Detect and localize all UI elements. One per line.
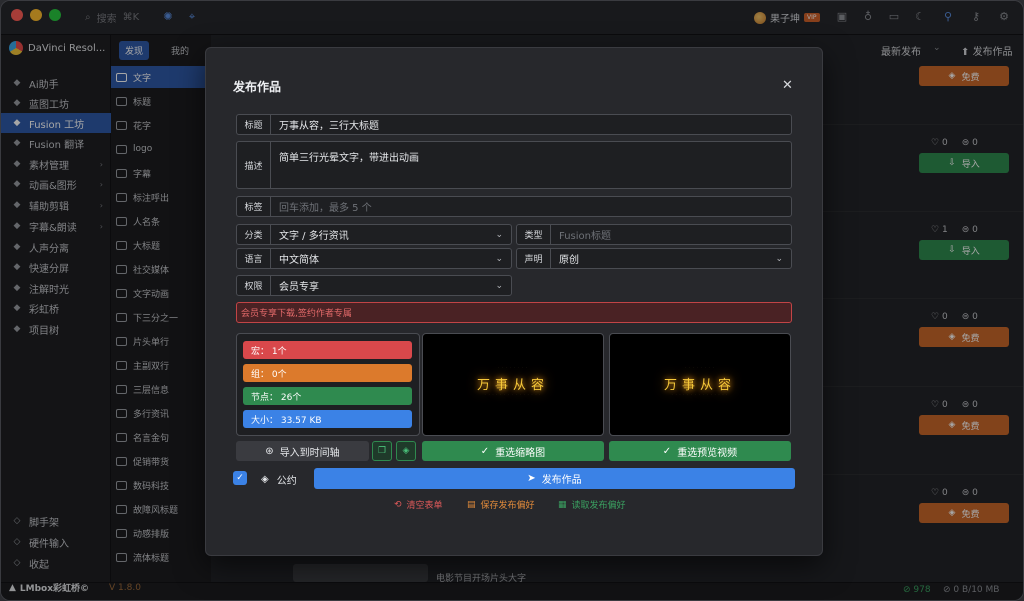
type-label: 类型	[517, 225, 551, 244]
title-value[interactable]: 万事从容，三行大标题	[271, 117, 791, 132]
video-preview-text: 万事从容	[663, 378, 736, 393]
tag-button[interactable]: ◈	[396, 441, 416, 461]
publish-dialog: 发布作品 ✕ 标题 万事从容，三行大标题 描述 简单三行光晕文字，带进出动画 标…	[205, 47, 823, 556]
chevron-down-icon: ⌄	[775, 253, 783, 264]
send-icon: ➤	[527, 473, 536, 484]
category-select[interactable]: 分类 文字 / 多行资讯 ⌄	[236, 224, 512, 245]
publish-button[interactable]: ➤ 发布作品	[314, 468, 795, 489]
chevron-down-icon: ⌄	[495, 280, 503, 291]
refresh-icon: ⟲	[394, 499, 402, 510]
tags-label: 标签	[237, 197, 271, 216]
permission-label: 权限	[237, 276, 271, 295]
type-field[interactable]: 类型 Fusion标题	[516, 224, 792, 245]
stat-nodes: 节点： 26个	[243, 387, 412, 405]
chevron-down-icon: ⌄	[495, 229, 503, 240]
clear-form-link[interactable]: ⟲ 清空表单	[394, 498, 443, 512]
thumbnail-preview-text: 万事从容	[476, 378, 549, 393]
permission-value: 会员专享	[279, 282, 319, 293]
grid-icon: ▦	[558, 499, 567, 510]
reselect-thumbnail-button[interactable]: ✓ 重选缩略图	[422, 441, 604, 461]
description-value[interactable]: 简单三行光晕文字，带进出动画	[271, 142, 791, 188]
check-circle-icon: ✓	[662, 445, 672, 457]
check-circle-icon: ✓	[480, 445, 490, 457]
permission-warning: 会员专享下载,签约作者专属	[236, 302, 792, 323]
thumbnail-preview[interactable]: · · · · · · · · 万事从容 · · · · · · · · · ·…	[422, 333, 604, 436]
close-icon[interactable]: ✕	[782, 78, 793, 93]
language-select[interactable]: 语言 中文简体 ⌄	[236, 248, 512, 269]
category-label: 分类	[237, 225, 271, 244]
stat-group: 组： 0个	[243, 364, 412, 382]
stats-box: 宏： 1个 组： 0个 节点： 26个 大小： 33.57 KB	[236, 333, 420, 436]
tag-icon: ◈	[402, 446, 410, 456]
import-timeline-button[interactable]: ⊛ 导入到时间轴	[236, 441, 369, 461]
category-value: 文字 / 多行资讯	[279, 231, 349, 242]
stat-macro: 宏： 1个	[243, 341, 412, 359]
title-field[interactable]: 标题 万事从容，三行大标题	[236, 114, 792, 135]
read-preference-link[interactable]: ▦ 读取发布偏好	[558, 498, 626, 512]
statement-label: 声明	[517, 249, 551, 268]
save-icon: ▤	[467, 499, 476, 510]
description-label: 描述	[237, 142, 271, 188]
description-field[interactable]: 描述 简单三行光晕文字，带进出动画	[236, 141, 792, 189]
tags-field[interactable]: 标签 回车添加，最多 5 个	[236, 196, 792, 217]
statement-value: 原创	[559, 255, 579, 266]
title-label: 标题	[237, 115, 271, 134]
dialog-title: 发布作品	[233, 80, 282, 94]
video-preview[interactable]: · · · · · · · · 万事从容 · · · · · · · · · ·…	[609, 333, 791, 436]
copy-button[interactable]: ❐	[372, 441, 392, 461]
app-window: ⌕ 搜索 ⌘K ✺ ⌖ 果子坤 VIP ▣ ♁ ▭ ☾ ⚲ ⚷ ⚙ DaVinc…	[0, 0, 1024, 601]
type-placeholder[interactable]: Fusion标题	[551, 227, 791, 242]
chevron-down-icon: ⌄	[495, 253, 503, 264]
permission-select[interactable]: 权限 会员专享 ⌄	[236, 275, 512, 296]
copy-icon: ❐	[377, 446, 387, 456]
save-preference-link[interactable]: ▤ 保存发布偏好	[467, 498, 535, 512]
stat-size: 大小： 33.57 KB	[243, 410, 412, 428]
language-label: 语言	[237, 249, 271, 268]
statement-select[interactable]: 声明 原创 ⌄	[516, 248, 792, 269]
diamond-icon: ◈	[261, 474, 269, 485]
tags-placeholder[interactable]: 回车添加，最多 5 个	[271, 199, 791, 214]
pact-link[interactable]: ◈ 公约	[261, 472, 297, 487]
reselect-video-button[interactable]: ✓ 重选预览视频	[609, 441, 791, 461]
import-icon: ⊛	[265, 445, 274, 457]
language-value: 中文简体	[279, 255, 319, 266]
pact-checkbox[interactable]: ✓	[233, 471, 247, 485]
